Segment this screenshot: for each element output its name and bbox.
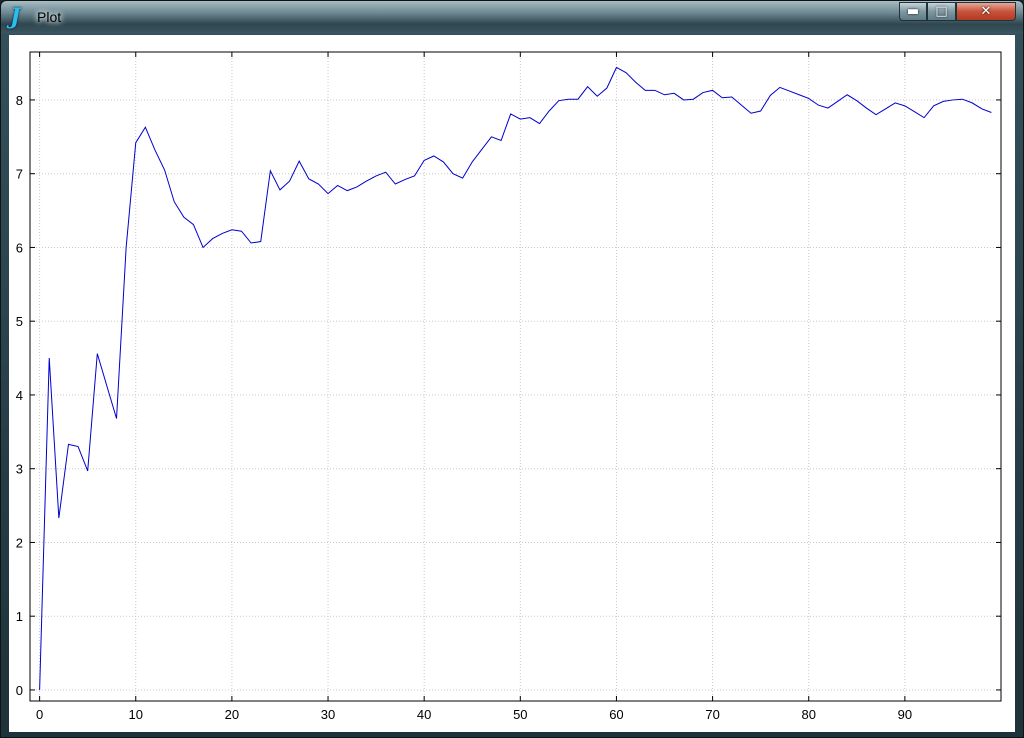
plot-frame: [29, 51, 1002, 702]
series-line: [39, 66, 992, 690]
title-bar[interactable]: J Plot ▬ □ ✕: [1, 1, 1023, 34]
x-tick-label: 50: [513, 707, 527, 722]
x-tick-label: 80: [801, 707, 815, 722]
minimize-icon: ▬: [906, 4, 920, 19]
plot-client-area: 0 10 20 30 40 50 60 70 80 90 0 1 2 3 4 5 6 7 8: [9, 35, 1015, 732]
window-title: Plot: [37, 9, 62, 25]
x-tick-label: 10: [129, 707, 143, 722]
close-button[interactable]: ✕: [956, 2, 1016, 21]
x-tick-label: 70: [705, 707, 719, 722]
maximize-icon: □: [935, 4, 948, 19]
x-tick-label: 20: [225, 707, 239, 722]
minimize-button[interactable]: ▬: [899, 2, 927, 21]
x-tick-label: 90: [898, 707, 912, 722]
y-tick-label: 6: [16, 240, 23, 255]
x-tick-label: 40: [417, 707, 431, 722]
j-app-icon: J: [10, 4, 21, 30]
y-tick-label: 3: [16, 462, 23, 477]
y-tick-label: 0: [16, 683, 23, 698]
x-tick-label: 60: [609, 707, 623, 722]
y-tick-label: 5: [16, 314, 23, 329]
line-chart: 0 10 20 30 40 50 60 70 80 90 0 1 2 3 4 5 6 7 8: [16, 51, 1002, 722]
y-tick-label: 1: [16, 609, 23, 624]
plot-window: J Plot ▬ □ ✕ 0 10 20 30 40 50 60 70 80 90 0 1 2 3 4 5 6 7…: [0, 0, 1024, 738]
y-tick-label: 4: [16, 388, 23, 403]
maximize-button[interactable]: □: [927, 2, 956, 21]
x-tick-label: 30: [321, 707, 335, 722]
y-tick-label: 7: [16, 167, 23, 182]
close-icon: ✕: [980, 4, 992, 19]
x-tick-label: 0: [36, 707, 43, 722]
y-tick-label: 8: [16, 93, 23, 108]
y-tick-label: 2: [16, 535, 23, 550]
